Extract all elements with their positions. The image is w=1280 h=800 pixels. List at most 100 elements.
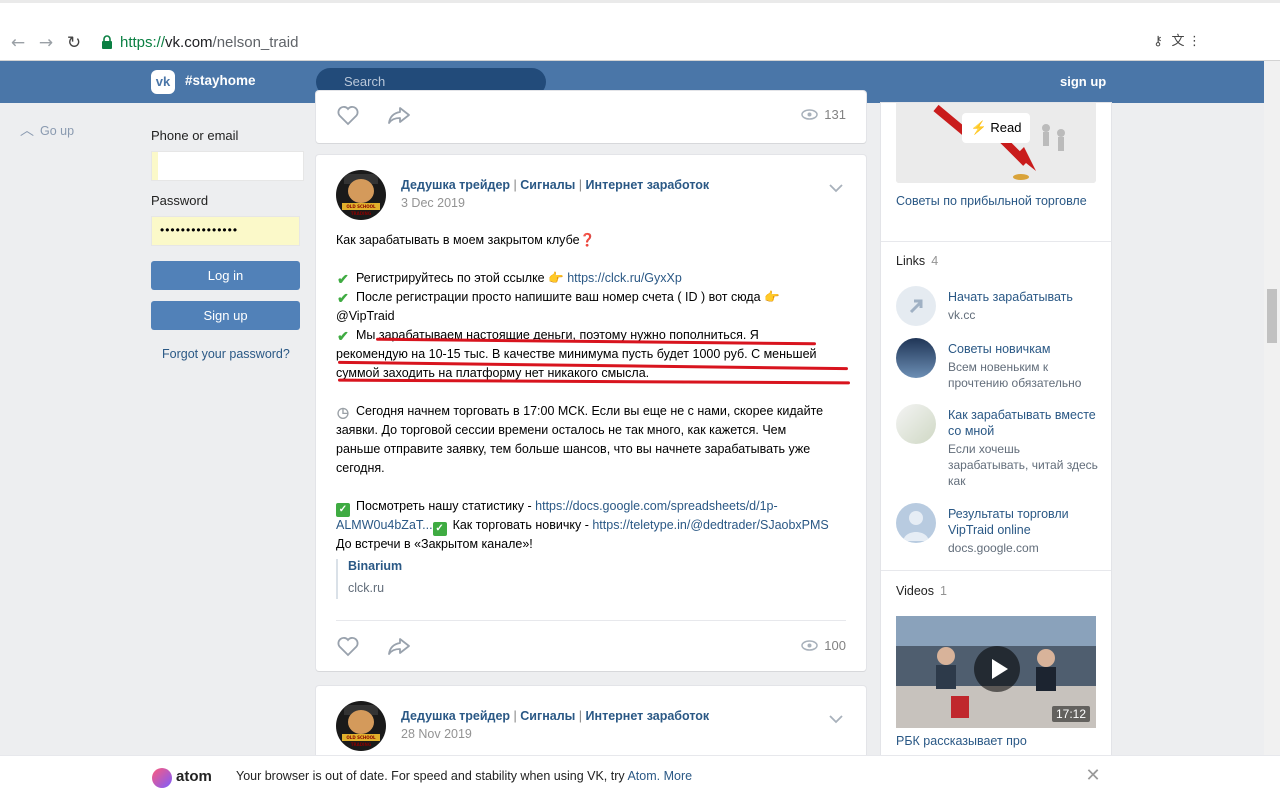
like-icon[interactable] bbox=[336, 104, 360, 126]
address-bar[interactable]: https://vk.com/nelson_traid bbox=[120, 33, 298, 53]
link-title: Начать зарабатывать bbox=[948, 290, 1073, 304]
post-divider bbox=[336, 620, 846, 621]
link-title: Как зарабатывать вместе со мной bbox=[948, 408, 1096, 438]
login-button[interactable]: Log in bbox=[151, 261, 300, 290]
lock-icon bbox=[102, 35, 112, 49]
views-counter: 100 bbox=[801, 638, 846, 653]
more-link[interactable]: More bbox=[664, 769, 692, 783]
menu-icon[interactable]: ⋮ bbox=[1188, 33, 1201, 51]
links-count: 4 bbox=[931, 254, 939, 268]
author-part-2: Интернет заработок bbox=[585, 178, 710, 192]
video-thumbnail[interactable]: 17:12 bbox=[896, 616, 1096, 728]
link-title: Советы новичкам bbox=[948, 342, 1051, 356]
read-button[interactable]: ⚡ Read bbox=[962, 113, 1030, 143]
signup-button[interactable]: Sign up bbox=[151, 301, 300, 330]
header-signup-link[interactable]: sign up bbox=[1060, 74, 1106, 89]
question-emoji: ❓ bbox=[579, 233, 596, 247]
avatar-ribbon: OLD SCHOOL TRADING bbox=[342, 734, 380, 747]
chevron-down-icon[interactable] bbox=[828, 183, 844, 193]
text-line-2: ✔ Регистрируйтесь по этой ссылке 👉 https:… bbox=[337, 271, 682, 287]
close-icon[interactable]: ✕ bbox=[1085, 767, 1101, 785]
like-icon[interactable] bbox=[336, 635, 360, 657]
article-image[interactable]: ⚡ Read bbox=[896, 103, 1096, 183]
play-icon[interactable] bbox=[974, 646, 1020, 692]
text-line-13: ALMW0u4bZaT... ✓ Как торговать новичку - h… bbox=[336, 518, 829, 536]
link-avatar-icon bbox=[896, 503, 936, 543]
post-card: OLD SCHOOL TRADING Дедушка трейдер | Сиг… bbox=[316, 155, 866, 671]
link-snippet[interactable]: Binarium clck.ru bbox=[336, 559, 846, 599]
stats-link[interactable]: https://docs.google.com/spreadsheets/d/1… bbox=[535, 499, 778, 513]
sidebar-divider bbox=[881, 570, 1111, 571]
link-thumbnail bbox=[896, 338, 936, 378]
atom-brand: atom bbox=[176, 768, 212, 785]
author-part-1: Сигналы bbox=[520, 709, 576, 723]
text-line-1: Как зарабатывать в моем закрытом клубе❓ bbox=[336, 233, 596, 247]
atom-link[interactable]: Atom. bbox=[627, 769, 660, 783]
author-avatar[interactable]: OLD SCHOOL TRADING bbox=[336, 701, 386, 751]
check-box-icon: ✓ bbox=[432, 522, 447, 536]
chevron-down-icon[interactable] bbox=[828, 714, 844, 724]
link-sub: Всем новеньким к прочтению обязательно bbox=[948, 360, 1082, 390]
reload-icon[interactable]: ↻ bbox=[64, 33, 84, 53]
lightning-icon: ⚡ bbox=[970, 120, 987, 135]
share-icon[interactable] bbox=[386, 635, 412, 657]
author-part-2: Интернет заработок bbox=[585, 709, 710, 723]
scroll-thumb[interactable] bbox=[1267, 289, 1277, 343]
key-icon[interactable]: ⚷ bbox=[1150, 33, 1166, 51]
views-count: 131 bbox=[824, 107, 846, 122]
share-icon[interactable] bbox=[386, 104, 412, 126]
article-caption[interactable]: Советы по прибыльной торговле bbox=[896, 193, 1096, 209]
text-line-4: @VipTraid bbox=[336, 309, 395, 323]
hand-emoji: 👉 bbox=[764, 290, 780, 304]
chevron-up-icon: ︿ bbox=[20, 122, 34, 138]
text-line-11: сегодня. bbox=[336, 461, 385, 475]
url-host: vk.com bbox=[165, 34, 213, 51]
post-date[interactable]: 28 Nov 2019 bbox=[401, 727, 472, 741]
author-avatar[interactable]: OLD SCHOOL TRADING bbox=[336, 170, 386, 220]
post-author[interactable]: Дедушка трейдер | Сигналы | Интернет зар… bbox=[401, 709, 709, 723]
post-author[interactable]: Дедушка трейдер | Сигналы | Интернет зар… bbox=[401, 178, 709, 192]
forward-icon[interactable]: → bbox=[36, 33, 56, 53]
page-scrollbar[interactable] bbox=[1264, 61, 1280, 755]
link-sub: Если хочешь зарабатывать, читай здесь ка… bbox=[948, 442, 1098, 488]
video-caption[interactable]: РБК рассказывает про bbox=[896, 734, 1027, 748]
vk-logo-icon[interactable]: vk bbox=[151, 70, 175, 94]
clock-icon: ◷ bbox=[336, 404, 350, 420]
stats-link-cont[interactable]: ALMW0u4bZaT... bbox=[336, 518, 433, 532]
go-up-button[interactable]: ︿ Go up bbox=[20, 120, 74, 140]
check-box-icon: ✓ bbox=[336, 503, 350, 517]
snippet-host: clck.ru bbox=[348, 581, 385, 595]
link-sub: vk.cc bbox=[948, 308, 976, 322]
banner-message: Your browser is out of date. For speed a… bbox=[236, 769, 693, 783]
link-arrow-icon bbox=[896, 286, 936, 326]
forgot-password-link[interactable]: Forgot your password? bbox=[162, 347, 290, 361]
post-text: Как зарабатывать в моем закрытом клубе❓ … bbox=[336, 231, 846, 561]
post-card-previous: 131 bbox=[316, 91, 866, 143]
phone-label: Phone or email bbox=[151, 128, 239, 143]
tab-strip bbox=[0, 0, 1280, 3]
links-header[interactable]: Links 4 bbox=[896, 254, 938, 268]
snippet-title: Binarium bbox=[348, 559, 403, 573]
sidebar-divider bbox=[881, 241, 1111, 242]
registration-link[interactable]: https://clck.ru/GyxXp bbox=[567, 271, 682, 285]
translate-icon[interactable]: 文 bbox=[1170, 33, 1186, 51]
text-line-14: До встречи в «Закрытом канале»! bbox=[336, 537, 533, 551]
password-input[interactable]: ••••••••••••••• bbox=[151, 216, 300, 246]
eye-icon bbox=[801, 640, 819, 651]
post-date[interactable]: 3 Dec 2019 bbox=[401, 196, 465, 210]
back-icon[interactable]: ← bbox=[8, 33, 28, 53]
header-tag[interactable]: #stayhome bbox=[185, 73, 256, 88]
views-counter: 131 bbox=[801, 107, 846, 122]
teletype-link[interactable]: https://teletype.in/@dedtrader/SJaobxPMS bbox=[592, 518, 828, 532]
avatar-face bbox=[348, 179, 374, 203]
text-line-10: раньше отправите заявку, тем больше шанс… bbox=[336, 442, 811, 456]
phone-input[interactable] bbox=[151, 151, 304, 181]
videos-header[interactable]: Videos 1 bbox=[896, 584, 947, 598]
browser-toolbar: ← → ↻ https://vk.com/nelson_traid ⚷ 文 ⋮ bbox=[0, 0, 1280, 61]
url-path: /nelson_traid bbox=[212, 34, 299, 51]
author-name: Дедушка трейдер bbox=[401, 178, 511, 192]
password-label: Password bbox=[151, 193, 209, 208]
views-count: 100 bbox=[824, 638, 846, 653]
browser-update-banner: atom Your browser is out of date. For sp… bbox=[0, 755, 1280, 800]
text-line-8: ◷ Сегодня начнем торговать в 17:00 МСК. Е… bbox=[336, 404, 824, 420]
